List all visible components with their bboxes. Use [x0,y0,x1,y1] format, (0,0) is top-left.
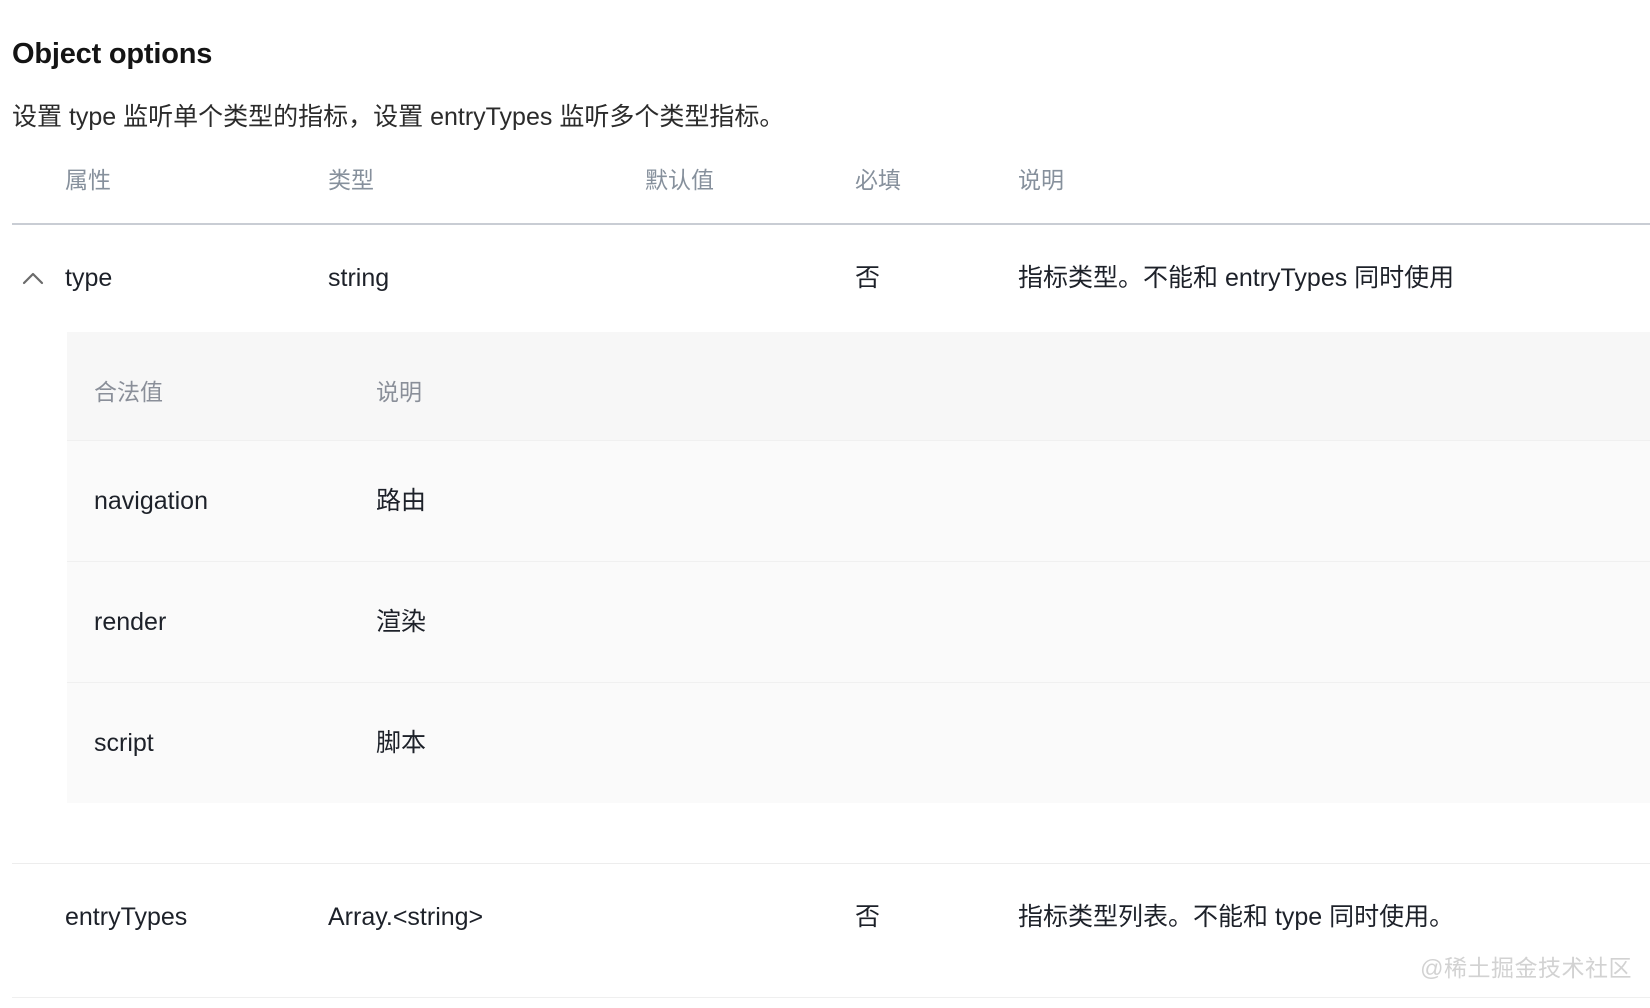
subtable-row: script 脚本 [67,683,1650,803]
subcell-description: 脚本 [376,729,427,757]
cell-required: 否 [855,264,881,292]
table-bottom-border [12,997,1650,998]
column-header-default: 默认值 [645,167,714,193]
subcell-value: render [94,608,167,636]
subcolumn-header-value: 合法值 [94,379,163,405]
object-options-table: 属性 类型 默认值 必填 说明 type string 否 指标类型。不能和 e… [0,140,1650,971]
documentation-page: Object options 设置 type 监听单个类型的指标，设置 entr… [0,0,1650,1008]
subcell-value: navigation [94,487,208,515]
subcolumn-header-description: 说明 [376,379,422,405]
table-row[interactable]: type string 否 指标类型。不能和 entryTypes 同时使用 [12,225,1650,332]
cell-attribute: type [65,264,113,292]
column-header-attribute: 属性 [65,167,111,193]
subtable-row: render 渲染 [67,562,1650,683]
cell-type: Array.<string> [328,903,484,931]
column-header-required: 必填 [855,167,901,193]
cell-attribute: entryTypes [65,903,188,931]
column-header-description: 说明 [1018,167,1064,193]
cell-type: string [328,264,390,292]
subcell-value: script [94,729,154,757]
page-title: Object options [12,38,213,71]
legal-values-subtable: 合法值 说明 navigation 路由 render 渲染 script 脚本 [67,332,1650,803]
column-header-type: 类型 [328,167,374,193]
table-header-row: 属性 类型 默认值 必填 说明 [12,140,1650,225]
cell-required: 否 [855,903,881,931]
table-row[interactable]: entryTypes Array.<string> 否 指标类型列表。不能和 t… [12,864,1650,971]
subcell-description: 路由 [376,487,427,515]
section-description: 设置 type 监听单个类型的指标，设置 entryTypes 监听多个类型指标… [12,103,785,131]
cell-description: 指标类型。不能和 entryTypes 同时使用 [1018,264,1455,292]
subtable-header-row: 合法值 说明 [67,332,1650,441]
watermark: @稀土掘金技术社区 [1420,955,1632,981]
subtable-row: navigation 路由 [67,441,1650,562]
subcell-description: 渲染 [376,608,427,636]
chevron-up-icon[interactable] [18,269,48,289]
cell-description: 指标类型列表。不能和 type 同时使用。 [1018,903,1455,931]
subtable-spacer [0,803,1650,863]
